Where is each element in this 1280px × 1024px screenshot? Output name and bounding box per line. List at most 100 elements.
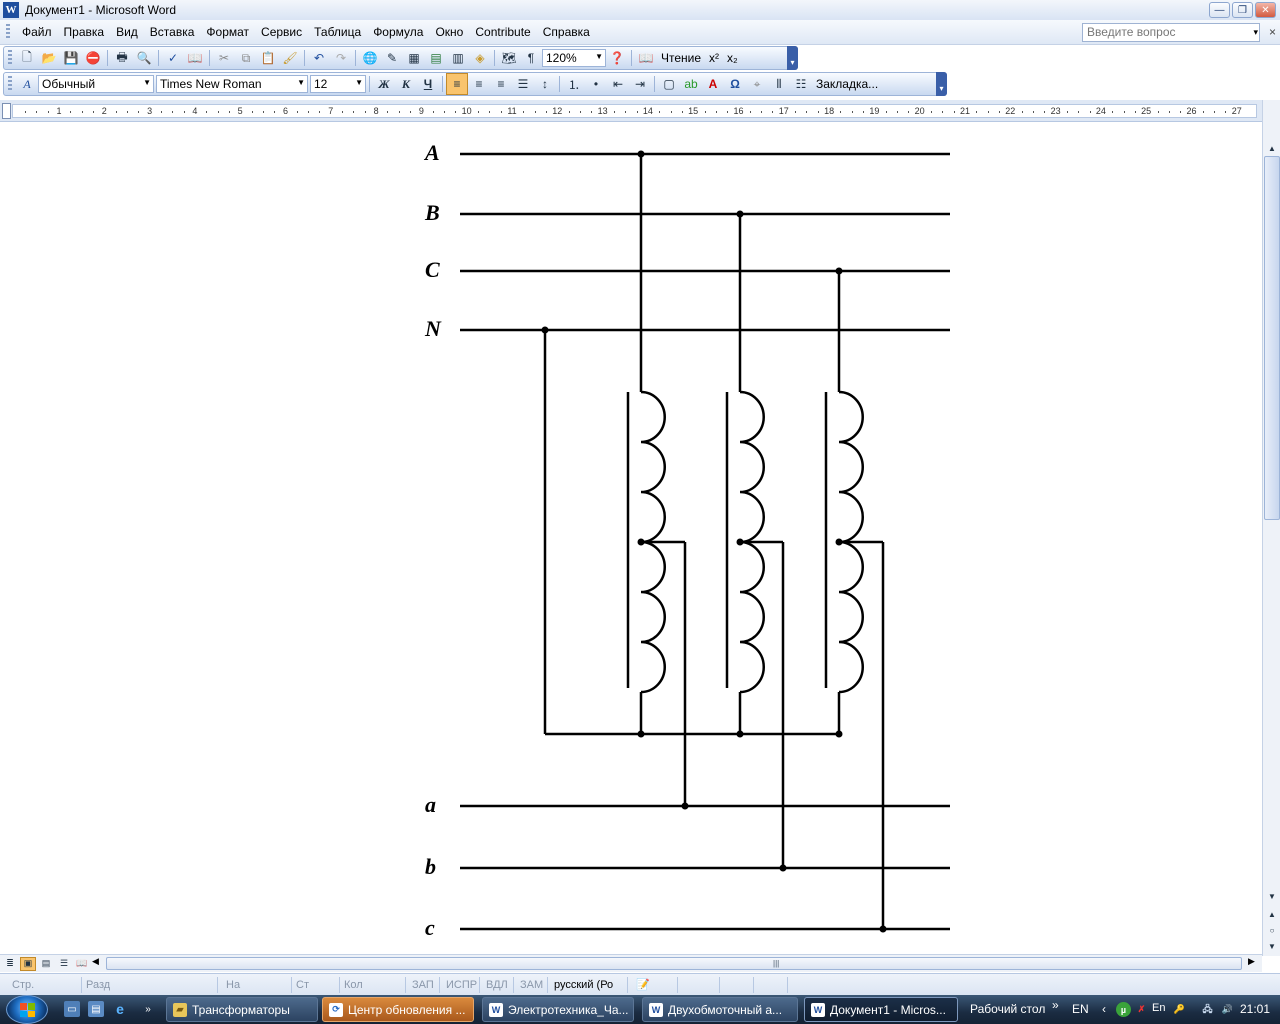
desktop-toolbar-more[interactable]: » [1052, 998, 1059, 1012]
save-icon[interactable]: 💾 [60, 47, 82, 69]
menu-contribute[interactable]: Contribute [469, 25, 536, 39]
minimize-button[interactable]: — [1209, 2, 1230, 18]
align-center-icon[interactable]: ≡ [468, 73, 490, 95]
increase-indent-icon[interactable]: ⇥ [629, 73, 651, 95]
close-document-button[interactable]: × [1269, 25, 1276, 39]
toolbar-options-icon[interactable]: ▾ [936, 72, 947, 96]
status-ext[interactable]: ВДЛ [482, 977, 514, 993]
switch-windows-icon[interactable]: ▤ [88, 1001, 104, 1017]
scroll-left-icon[interactable]: ◀ [92, 956, 99, 967]
internet-explorer-icon[interactable]: e [112, 1001, 128, 1017]
desktop-toolbar-label[interactable]: Рабочий стол [970, 1002, 1045, 1016]
menu-tools[interactable]: Сервис [255, 25, 308, 39]
scroll-up-icon[interactable]: ▲ [1264, 140, 1280, 156]
underline-button[interactable]: Ч [417, 73, 439, 95]
task-electrotech-doc[interactable]: W Электротехника_Ча... [482, 997, 634, 1022]
restore-button[interactable]: ❐ [1232, 2, 1253, 18]
permission-icon[interactable]: ⛔ [82, 47, 104, 69]
scroll-right-icon[interactable]: ▶ [1248, 956, 1255, 967]
next-page-icon[interactable]: ▼ [1264, 938, 1280, 954]
task-windows-update[interactable]: ⟳ Центр обновления ... [322, 997, 474, 1022]
horizontal-scrollbar[interactable]: ||| [106, 957, 1242, 970]
ask-question-input[interactable]: Введите вопрос [1082, 23, 1260, 42]
vertical-scrollbar[interactable]: ▲ ▼ ▲ ○ ▼ [1262, 100, 1280, 956]
subscript-button[interactable]: x₂ [723, 51, 742, 65]
print-layout-icon[interactable]: ▤ [38, 957, 54, 971]
columns-icon[interactable]: ▥ [447, 47, 469, 69]
undo-icon[interactable]: ↶ [308, 47, 330, 69]
scroll-down-icon[interactable]: ▼ [1264, 888, 1280, 904]
status-rec[interactable]: ЗАП [408, 977, 440, 993]
start-button[interactable] [6, 995, 48, 1024]
insert-excel-icon[interactable]: ▤ [425, 47, 447, 69]
reading-layout-button[interactable]: Чтение [657, 51, 705, 65]
cross-reference-icon[interactable]: ⌖ [746, 73, 768, 95]
document-map-icon[interactable]: 🗺 [498, 47, 520, 69]
styles-pane-icon[interactable]: A [16, 73, 38, 95]
format-painter-icon[interactable]: 🖌 [279, 47, 301, 69]
bold-button[interactable]: Ж [373, 73, 395, 95]
font-color-icon[interactable]: A [702, 73, 724, 95]
reading-view-icon[interactable]: 📖 [74, 957, 90, 971]
align-right-icon[interactable]: ≡ [490, 73, 512, 95]
clock[interactable]: 21:01 [1240, 1002, 1270, 1016]
previous-page-icon[interactable]: ▲ [1264, 906, 1280, 922]
tray-expand-icon[interactable]: ‹ [1102, 1002, 1106, 1016]
menu-formula[interactable]: Формула [367, 25, 429, 39]
columns-layout-icon[interactable]: ⫴ [768, 73, 790, 95]
menu-help[interactable]: Справка [537, 25, 596, 39]
hyperlink-icon[interactable]: 🌐 [359, 47, 381, 69]
normal-view-icon[interactable]: ≣ [2, 957, 18, 971]
open-icon[interactable]: 📂 [38, 47, 60, 69]
highlight-icon[interactable]: ab [680, 73, 702, 95]
text-direction-icon[interactable]: ☷ [790, 73, 812, 95]
word-app-icon[interactable]: W [3, 2, 19, 18]
spelling-status-icon[interactable]: 📝 [632, 977, 678, 993]
close-button[interactable]: ✕ [1255, 2, 1276, 18]
ruler-scale[interactable]: 1 2 3 4 5 6 7 8 9 10 11 12 13 14 15 16 17 18 19 20 21 22 23 24 2… [12, 104, 1257, 118]
ask-question-dropdown-icon[interactable]: ▾ [1253, 27, 1258, 38]
volume-icon[interactable]: 🔊 [1220, 1002, 1235, 1017]
task-document1[interactable]: W Документ1 - Micros... [804, 997, 958, 1022]
horizontal-scroll-thumb[interactable]: ||| [773, 959, 779, 968]
spelling-icon[interactable]: ✓ [162, 47, 184, 69]
task-transformers[interactable]: ▰ Трансформаторы [166, 997, 318, 1022]
numbering-icon[interactable]: ⒈ [563, 73, 585, 95]
tray-app-icon[interactable]: 🔑 [1172, 1002, 1187, 1017]
menu-file[interactable]: Файл [16, 25, 58, 39]
utorrent-icon[interactable]: µ [1116, 1002, 1131, 1017]
font-size-select[interactable]: 12 ▼ [310, 75, 366, 93]
menu-view[interactable]: Вид [110, 25, 144, 39]
bookmark-button[interactable]: Закладка... [812, 77, 882, 91]
vertical-scroll-thumb[interactable] [1264, 156, 1280, 520]
show-desktop-icon[interactable]: ▭ [64, 1001, 80, 1017]
network-icon[interactable]: 🖧 [1200, 1002, 1215, 1017]
outline-view-icon[interactable]: ☰ [56, 957, 72, 971]
style-select[interactable]: Обычный ▼ [38, 75, 154, 93]
tables-borders-icon[interactable]: ✎ [381, 47, 403, 69]
font-select[interactable]: Times New Roman ▼ [156, 75, 308, 93]
toolbar-grip[interactable] [8, 76, 12, 92]
antivirus-icon[interactable]: ✗ [1134, 1002, 1149, 1017]
italic-button[interactable]: К [395, 73, 417, 95]
paste-icon[interactable]: 📋 [257, 47, 279, 69]
new-icon[interactable]: 🗋 [16, 47, 38, 69]
decrease-indent-icon[interactable]: ⇤ [607, 73, 629, 95]
status-trk[interactable]: ИСПР [442, 977, 480, 993]
superscript-button[interactable]: x² [705, 51, 723, 65]
line-spacing-icon[interactable]: ↕ [534, 73, 556, 95]
quicklaunch-more-icon[interactable]: » [140, 1001, 156, 1017]
reading-layout-icon[interactable]: 📖 [635, 47, 657, 69]
cut-icon[interactable]: ✂ [213, 47, 235, 69]
zoom-select[interactable]: 120% ▼ [542, 49, 606, 67]
keyboard-layout-indicator[interactable]: En [1152, 1002, 1165, 1014]
research-icon[interactable]: 📖 [184, 47, 206, 69]
show-marks-icon[interactable]: ¶ [520, 47, 542, 69]
menu-insert[interactable]: Вставка [144, 25, 201, 39]
menu-edit[interactable]: Правка [58, 25, 111, 39]
toolbar-options-icon[interactable]: ▾ [787, 46, 798, 70]
menu-grip[interactable] [6, 24, 10, 40]
copy-icon[interactable]: ⧉ [235, 47, 257, 69]
align-left-icon[interactable]: ≡ [446, 73, 468, 95]
web-view-icon[interactable]: ▣ [20, 956, 36, 971]
